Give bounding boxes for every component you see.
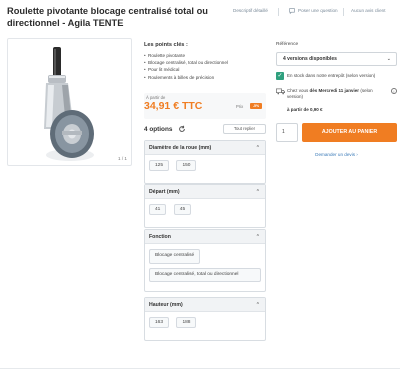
key-points-list: Roulette pivotante Blocage centralisé, t… xyxy=(144,52,264,81)
chevron-up-icon: ⌃ xyxy=(255,145,260,151)
option-group-body: 163 188 xyxy=(145,312,265,340)
price-box: À partir de 34,91 € TTC Prix -5% xyxy=(144,93,266,119)
add-to-cart-button[interactable]: AJOUTER AU PANIER xyxy=(302,123,397,142)
truck-icon xyxy=(276,88,285,95)
option-group-title: Hauteur (mm) xyxy=(149,302,183,308)
link-avis[interactable]: Aucun avis client xyxy=(351,8,385,13)
refresh-icon[interactable] xyxy=(177,124,187,134)
option-group-hauteur: Hauteur (mm) ⌃ 163 188 xyxy=(144,297,266,341)
version-select[interactable]: 4 versions disponibles ⌄ xyxy=(276,52,397,66)
divider xyxy=(0,368,400,369)
option-chip[interactable]: 125 xyxy=(149,160,170,171)
options-header: 4 options Tout replier xyxy=(144,124,266,136)
chevron-up-icon: ⌃ xyxy=(255,189,260,195)
chevron-up-icon: ⌃ xyxy=(255,302,260,308)
stock-text: En stock dans notre entrepôt (selon vers… xyxy=(287,73,376,78)
option-group-body: 41 45 xyxy=(145,199,265,227)
key-points: Les points clés : Roulette pivotante Blo… xyxy=(144,42,264,81)
price-value: 34,91 € TTC xyxy=(144,100,203,112)
link-question[interactable]: Poser une question xyxy=(298,8,338,13)
options-count: 4 options xyxy=(144,126,173,133)
chat-icon xyxy=(289,8,295,15)
quantity-input[interactable]: 1 xyxy=(276,123,298,142)
divider xyxy=(278,8,279,16)
quote-link-label: Demander un devis xyxy=(315,152,356,157)
list-item: Pour lit médical xyxy=(144,66,264,73)
delivery-date: dès Mercredi 11 janvier xyxy=(309,88,360,93)
delivery-price: à partir de 0,90 € xyxy=(287,107,323,112)
option-chip[interactable]: 41 xyxy=(149,204,167,215)
reference-label: Référence xyxy=(276,42,299,47)
option-group-body: Blocage centralisé Blocage centralisé, t… xyxy=(145,244,265,291)
key-points-heading: Les points clés : xyxy=(144,42,188,48)
chevron-right-icon: › xyxy=(356,152,358,157)
image-counter: 1 / 1 xyxy=(118,156,127,161)
option-group-body: 125 150 xyxy=(145,155,265,183)
option-chip[interactable]: 45 xyxy=(173,204,192,215)
delivery-prefix: Chez vous xyxy=(287,88,309,93)
collapse-all-button[interactable]: Tout replier xyxy=(223,124,266,134)
quote-link[interactable]: Demander un devis › xyxy=(276,152,397,157)
option-group-title: Fonction xyxy=(149,234,171,240)
info-icon[interactable]: i xyxy=(391,88,397,94)
stock-status: ✓ En stock dans notre entrepôt (selon ve… xyxy=(276,72,397,82)
divider xyxy=(343,8,344,16)
check-icon: ✓ xyxy=(276,72,284,80)
list-item: Roulements à billes de précision xyxy=(144,74,264,81)
option-chip[interactable]: 188 xyxy=(176,317,197,328)
top-links: Descriptif détaillé Poser une question A… xyxy=(0,8,400,18)
option-group-depart: Départ (mm) ⌃ 41 45 xyxy=(144,184,266,228)
option-group-title: Diamètre de la roue (mm) xyxy=(149,145,212,151)
option-group-header[interactable]: Départ (mm) ⌃ xyxy=(145,185,265,199)
list-item: Blocage centralisé, total ou directionne… xyxy=(144,59,264,66)
chevron-down-icon: ⌄ xyxy=(386,56,391,62)
delivery-info: Chez vous dès Mercredi 11 janvier (selon… xyxy=(276,88,397,116)
option-chip[interactable]: 163 xyxy=(149,317,170,328)
option-group-header[interactable]: Hauteur (mm) ⌃ xyxy=(145,298,265,312)
reference-section: Référence xyxy=(276,42,397,47)
list-item: Roulette pivotante xyxy=(144,52,264,59)
chevron-up-icon: ⌃ xyxy=(255,234,260,240)
discount-badge: -5% xyxy=(250,103,262,109)
caster-wheel-image xyxy=(44,47,94,161)
option-chip[interactable]: Blocage centralisé xyxy=(149,249,201,264)
price-label: Prix xyxy=(236,104,244,109)
option-group-fonction: Fonction ⌃ Blocage centralisé Blocage ce… xyxy=(144,229,266,292)
option-group-header[interactable]: Diamètre de la roue (mm) ⌃ xyxy=(145,141,265,155)
version-select-value: 4 versions disponibles xyxy=(283,56,337,62)
product-image[interactable]: 1 / 1 xyxy=(7,38,132,166)
delivery-text: Chez vous dès Mercredi 11 janvier (selon… xyxy=(287,88,385,100)
option-group-header[interactable]: Fonction ⌃ xyxy=(145,230,265,244)
option-chip[interactable]: 150 xyxy=(176,160,197,171)
link-descriptif[interactable]: Descriptif détaillé xyxy=(233,8,268,13)
option-chip[interactable]: Blocage centralisé, total ou directionne… xyxy=(149,267,261,282)
option-group-diametre: Diamètre de la roue (mm) ⌃ 125 150 xyxy=(144,140,266,184)
option-group-title: Départ (mm) xyxy=(149,189,180,195)
